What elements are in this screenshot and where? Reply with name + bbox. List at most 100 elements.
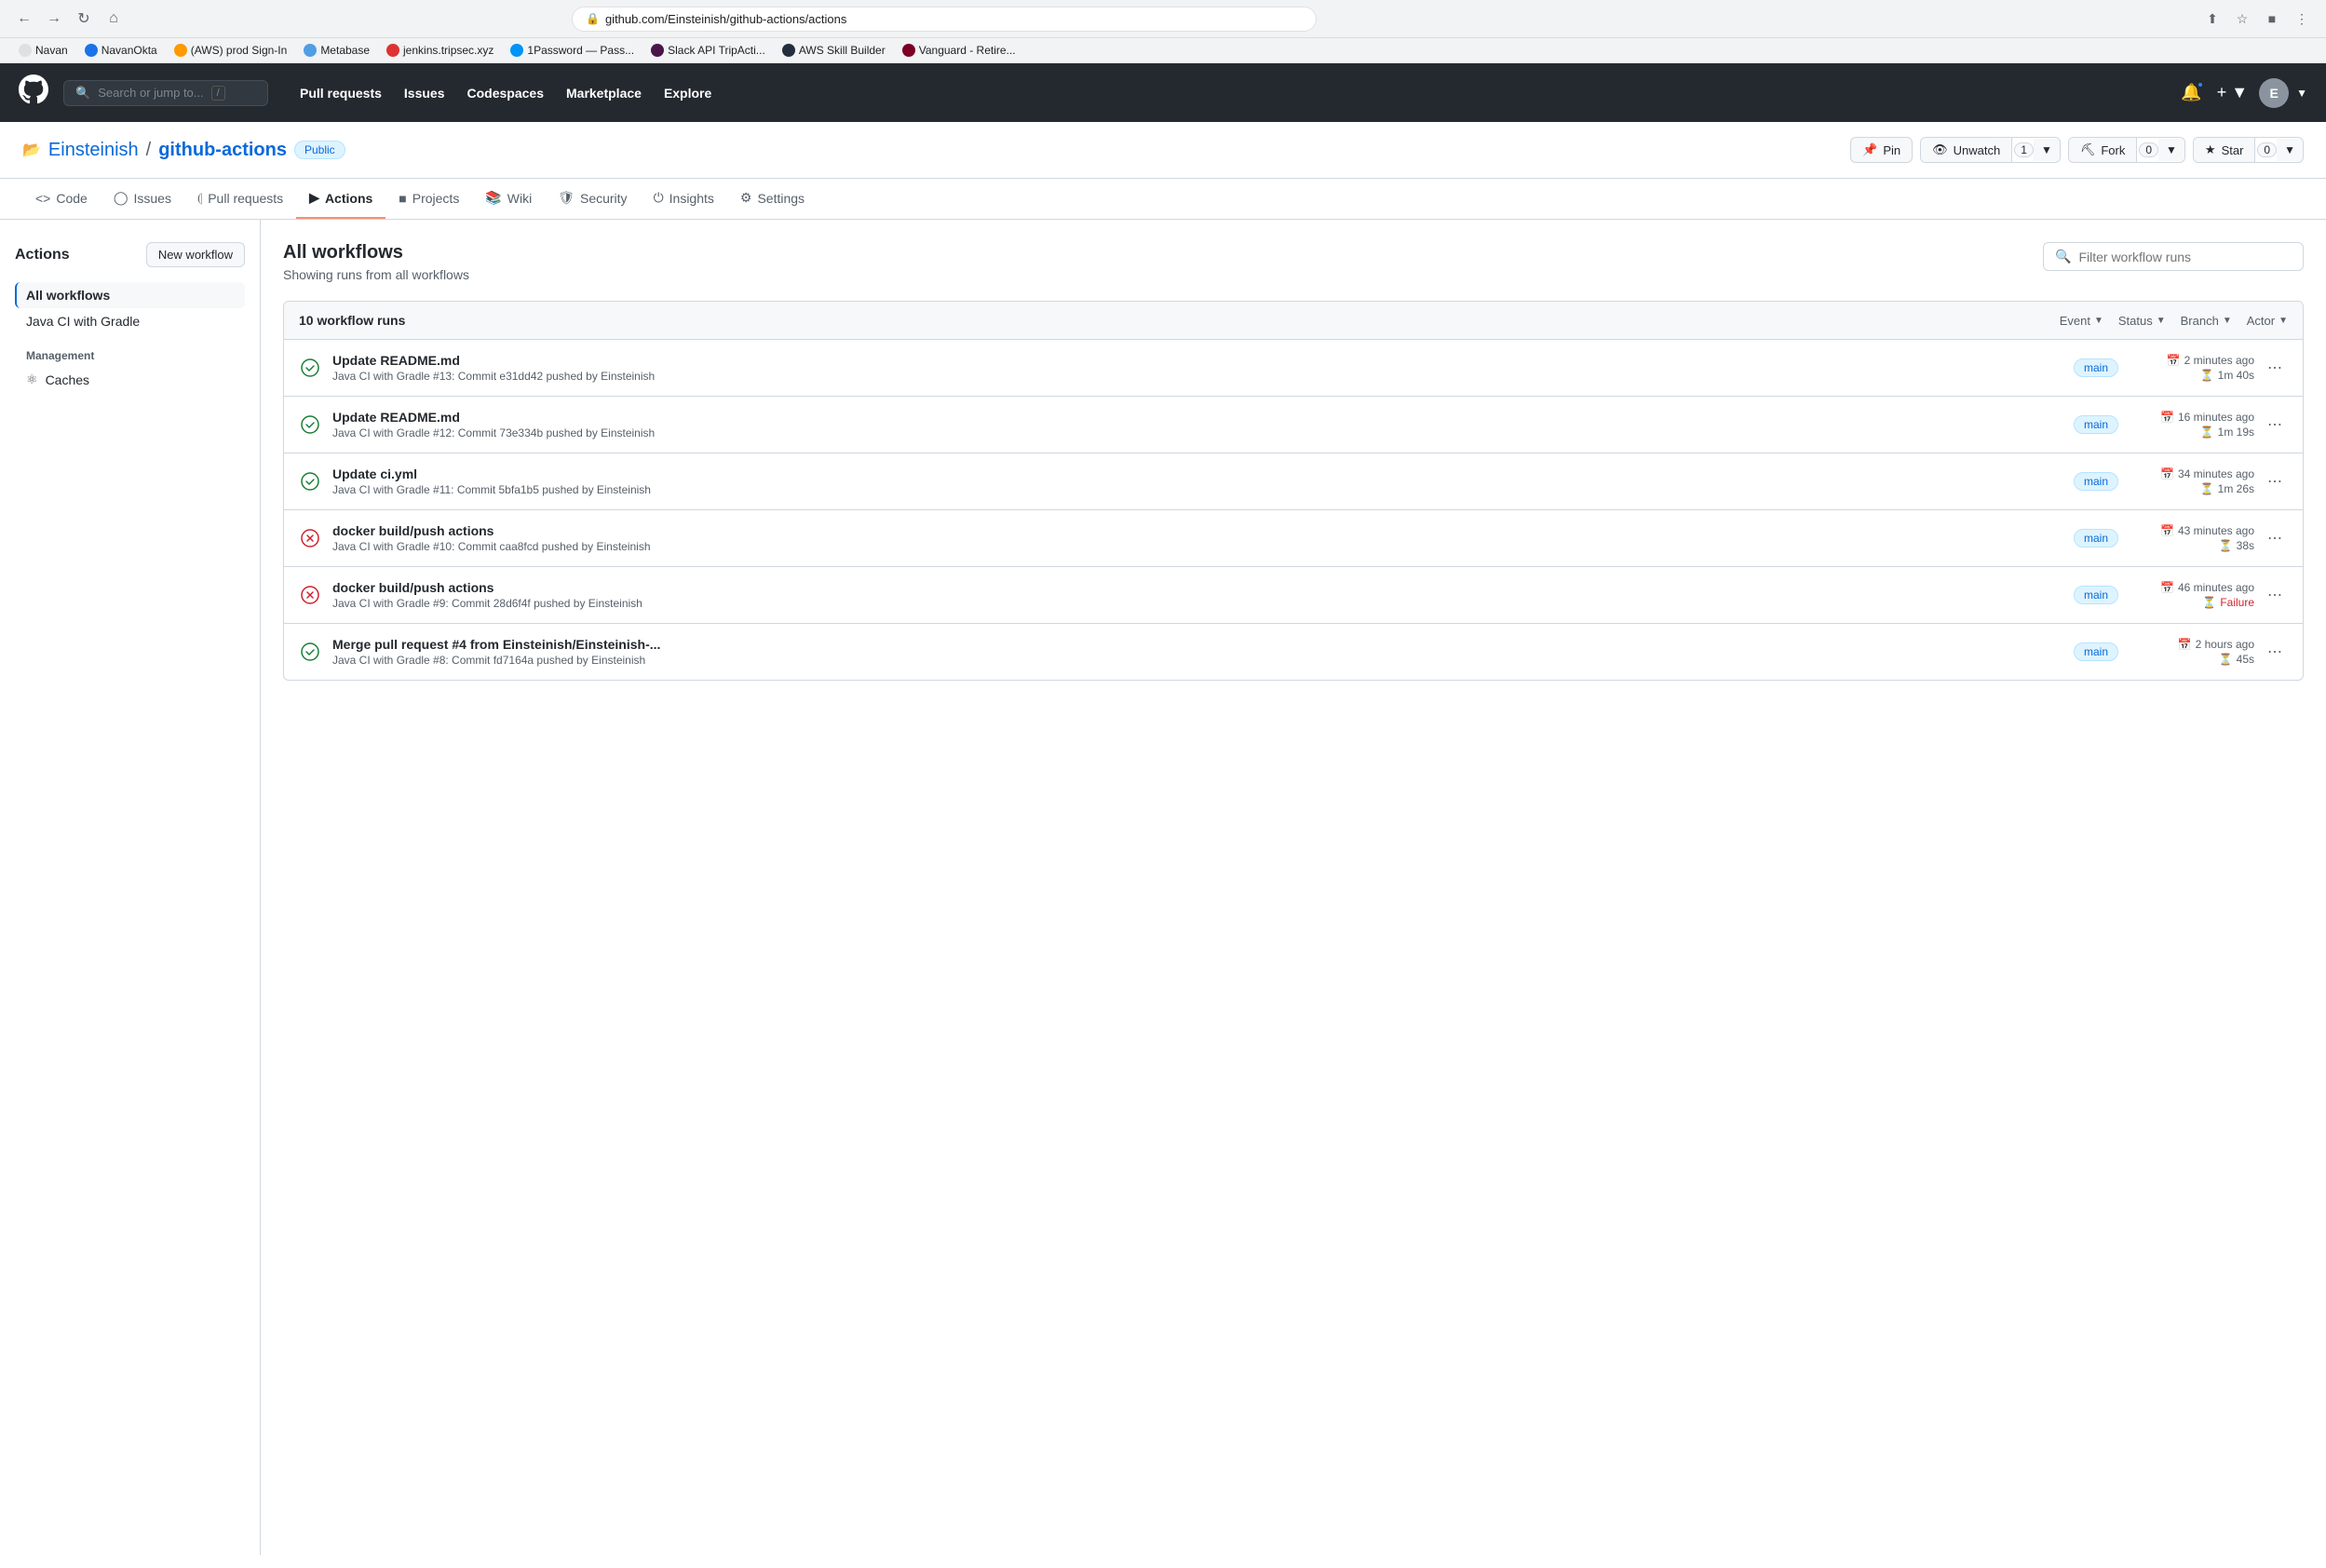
bookmark-slack[interactable]: Slack API TripActi... xyxy=(643,41,773,60)
global-search[interactable]: 🔍 Search or jump to... / xyxy=(63,80,268,106)
bookmark-navanokta[interactable]: NavanOkta xyxy=(77,41,165,60)
workflow-branch-tag[interactable]: main xyxy=(2074,472,2118,491)
workflow-branch-tag[interactable]: main xyxy=(2074,529,2118,547)
workflow-branch-tag[interactable]: main xyxy=(2074,642,2118,661)
nav-marketplace[interactable]: Marketplace xyxy=(557,80,651,106)
menu-button[interactable]: ⋮ xyxy=(2289,6,2315,32)
workflow-run-info: docker build/push actions Java CI with G… xyxy=(332,523,2059,553)
clock-icon: ⏳ xyxy=(2219,539,2233,552)
workflow-duration: 1m 19s xyxy=(2218,426,2254,439)
workflow-more-button[interactable]: ⋯ xyxy=(2262,582,2288,608)
workflow-more-button[interactable]: ⋯ xyxy=(2262,525,2288,551)
nav-issues[interactable]: Issues xyxy=(395,80,454,106)
workflow-run-title[interactable]: Update README.md xyxy=(332,353,2059,368)
repo-action-buttons: 📌 Pin 👁 Unwatch 1 ▼ ⛏ Fork 0 ▼ ★ Star 0 xyxy=(1850,137,2304,163)
bookmark-aws-skill[interactable]: AWS Skill Builder xyxy=(775,41,893,60)
workflow-run-info: Merge pull request #4 from Einsteinish/E… xyxy=(332,637,2059,667)
nav-explore[interactable]: Explore xyxy=(655,80,721,106)
bookmark-1password[interactable]: 1Password — Pass... xyxy=(503,41,642,60)
sidebar-item-caches[interactable]: ⚛ Caches xyxy=(15,366,245,393)
workflow-more-button[interactable]: ⋯ xyxy=(2262,639,2288,665)
address-bar[interactable]: 🔒 github.com/Einsteinish/github-actions/… xyxy=(572,7,1317,32)
tab-code[interactable]: <> Code xyxy=(22,179,101,219)
back-button[interactable]: ← xyxy=(11,6,37,32)
calendar-icon: 📅 xyxy=(2160,524,2174,537)
github-logo[interactable] xyxy=(19,74,48,111)
repo-name[interactable]: github-actions xyxy=(158,140,287,161)
workflow-duration-row: ⏳ 38s xyxy=(2219,539,2254,552)
bookmark-icon xyxy=(651,44,664,57)
workflow-time-ago: 46 minutes ago xyxy=(2178,581,2254,594)
bookmark-button[interactable]: ☆ xyxy=(2229,6,2255,32)
bookmark-label: Vanguard - Retire... xyxy=(919,44,1016,57)
tab-insights[interactable]: ⏻ Insights xyxy=(641,179,727,219)
bookmark-navan[interactable]: Navan xyxy=(11,41,75,60)
sidebar-item-java-ci[interactable]: Java CI with Gradle xyxy=(15,308,245,334)
unwatch-dropdown-button[interactable]: ▼ xyxy=(2034,139,2060,161)
user-avatar[interactable]: E xyxy=(2259,78,2289,108)
tab-projects[interactable]: ■ Projects xyxy=(385,179,472,219)
workflow-more-button[interactable]: ⋯ xyxy=(2262,412,2288,438)
filter-status[interactable]: Status ▼ xyxy=(2118,314,2166,328)
workflow-time: 📅 34 minutes ago ⏳ 1m 26s xyxy=(2133,467,2254,495)
bookmark-icon xyxy=(85,44,98,57)
repo-owner[interactable]: Einsteinish xyxy=(48,140,139,161)
table-row: Update README.md Java CI with Gradle #12… xyxy=(284,397,2303,453)
reload-button[interactable]: ↻ xyxy=(71,6,97,32)
tab-actions[interactable]: ▶ Actions xyxy=(296,179,385,219)
nav-codespaces[interactable]: Codespaces xyxy=(458,80,553,106)
tab-security[interactable]: 🛡 Security xyxy=(545,179,640,219)
sidebar-item-all-workflows[interactable]: All workflows xyxy=(15,282,245,308)
bookmark-jenkins[interactable]: jenkins.tripsec.xyz xyxy=(379,41,501,60)
pull-requests-icon: ⦇ xyxy=(197,190,202,206)
filter-actor[interactable]: Actor ▼ xyxy=(2247,314,2288,328)
bookmark-aws-prod[interactable]: (AWS) prod Sign-In xyxy=(167,41,295,60)
notifications-button[interactable]: 🔔 xyxy=(2177,79,2205,106)
nav-pull-requests[interactable]: Pull requests xyxy=(291,80,391,106)
bookmark-metabase[interactable]: Metabase xyxy=(296,41,377,60)
workflow-more-button[interactable]: ⋯ xyxy=(2262,355,2288,381)
workflow-branch-tag[interactable]: main xyxy=(2074,586,2118,604)
fork-button-group: ⛏ Fork 0 ▼ xyxy=(2068,137,2185,163)
bookmark-label: Metabase xyxy=(320,44,370,57)
workflow-run-meta: Java CI with Gradle #13: Commit e31dd42 … xyxy=(332,370,2059,383)
filter-branch[interactable]: Branch ▼ xyxy=(2181,314,2232,328)
share-button[interactable]: ⬆ xyxy=(2199,6,2225,32)
workflow-branch-tag[interactable]: main xyxy=(2074,415,2118,434)
unwatch-button[interactable]: 👁 Unwatch xyxy=(1921,138,2012,162)
fork-button[interactable]: ⛏ Fork xyxy=(2069,138,2138,162)
tab-settings[interactable]: ⚙ Settings xyxy=(727,179,818,219)
workflow-run-title[interactable]: Update README.md xyxy=(332,410,2059,425)
workflow-branch-tag[interactable]: main xyxy=(2074,358,2118,377)
extensions-button[interactable]: ■ xyxy=(2259,6,2285,32)
star-button[interactable]: ★ Star xyxy=(2194,138,2256,162)
new-workflow-button[interactable]: New workflow xyxy=(146,242,245,267)
tab-issues[interactable]: ◯ Issues xyxy=(101,179,184,219)
workflow-run-title[interactable]: docker build/push actions xyxy=(332,523,2059,538)
pin-button[interactable]: 📌 Pin xyxy=(1850,137,1913,163)
star-dropdown-button[interactable]: ▼ xyxy=(2277,139,2303,161)
filter-event[interactable]: Event ▼ xyxy=(2060,314,2103,328)
fork-dropdown-button[interactable]: ▼ xyxy=(2158,139,2184,161)
create-new-button[interactable]: + ▼ xyxy=(2213,79,2252,106)
filter-search-input[interactable] xyxy=(2078,250,2292,264)
user-menu-chevron[interactable]: ▼ xyxy=(2296,87,2307,100)
workflow-duration-row: ⏳ 45s xyxy=(2219,653,2254,666)
workflow-run-title[interactable]: Update ci.yml xyxy=(332,466,2059,481)
tab-wiki[interactable]: 📚 Wiki xyxy=(472,179,545,219)
star-label: Star xyxy=(2222,143,2244,157)
table-row: Update ci.yml Java CI with Gradle #11: C… xyxy=(284,453,2303,510)
status-success-icon xyxy=(299,413,321,436)
tab-projects-label: Projects xyxy=(412,191,460,206)
workflow-count: 10 workflow runs xyxy=(299,313,2060,328)
home-button[interactable]: ⌂ xyxy=(101,6,127,32)
tab-pull-requests[interactable]: ⦇ Pull requests xyxy=(184,179,296,219)
workflow-more-button[interactable]: ⋯ xyxy=(2262,468,2288,494)
java-ci-label: Java CI with Gradle xyxy=(26,314,140,329)
filter-search-box[interactable]: 🔍 xyxy=(2043,242,2304,271)
table-row: docker build/push actions Java CI with G… xyxy=(284,567,2303,624)
bookmark-vanguard[interactable]: Vanguard - Retire... xyxy=(895,41,1023,60)
workflow-run-title[interactable]: Merge pull request #4 from Einsteinish/E… xyxy=(332,637,2059,652)
workflow-run-title[interactable]: docker build/push actions xyxy=(332,580,2059,595)
forward-button[interactable]: → xyxy=(41,6,67,32)
